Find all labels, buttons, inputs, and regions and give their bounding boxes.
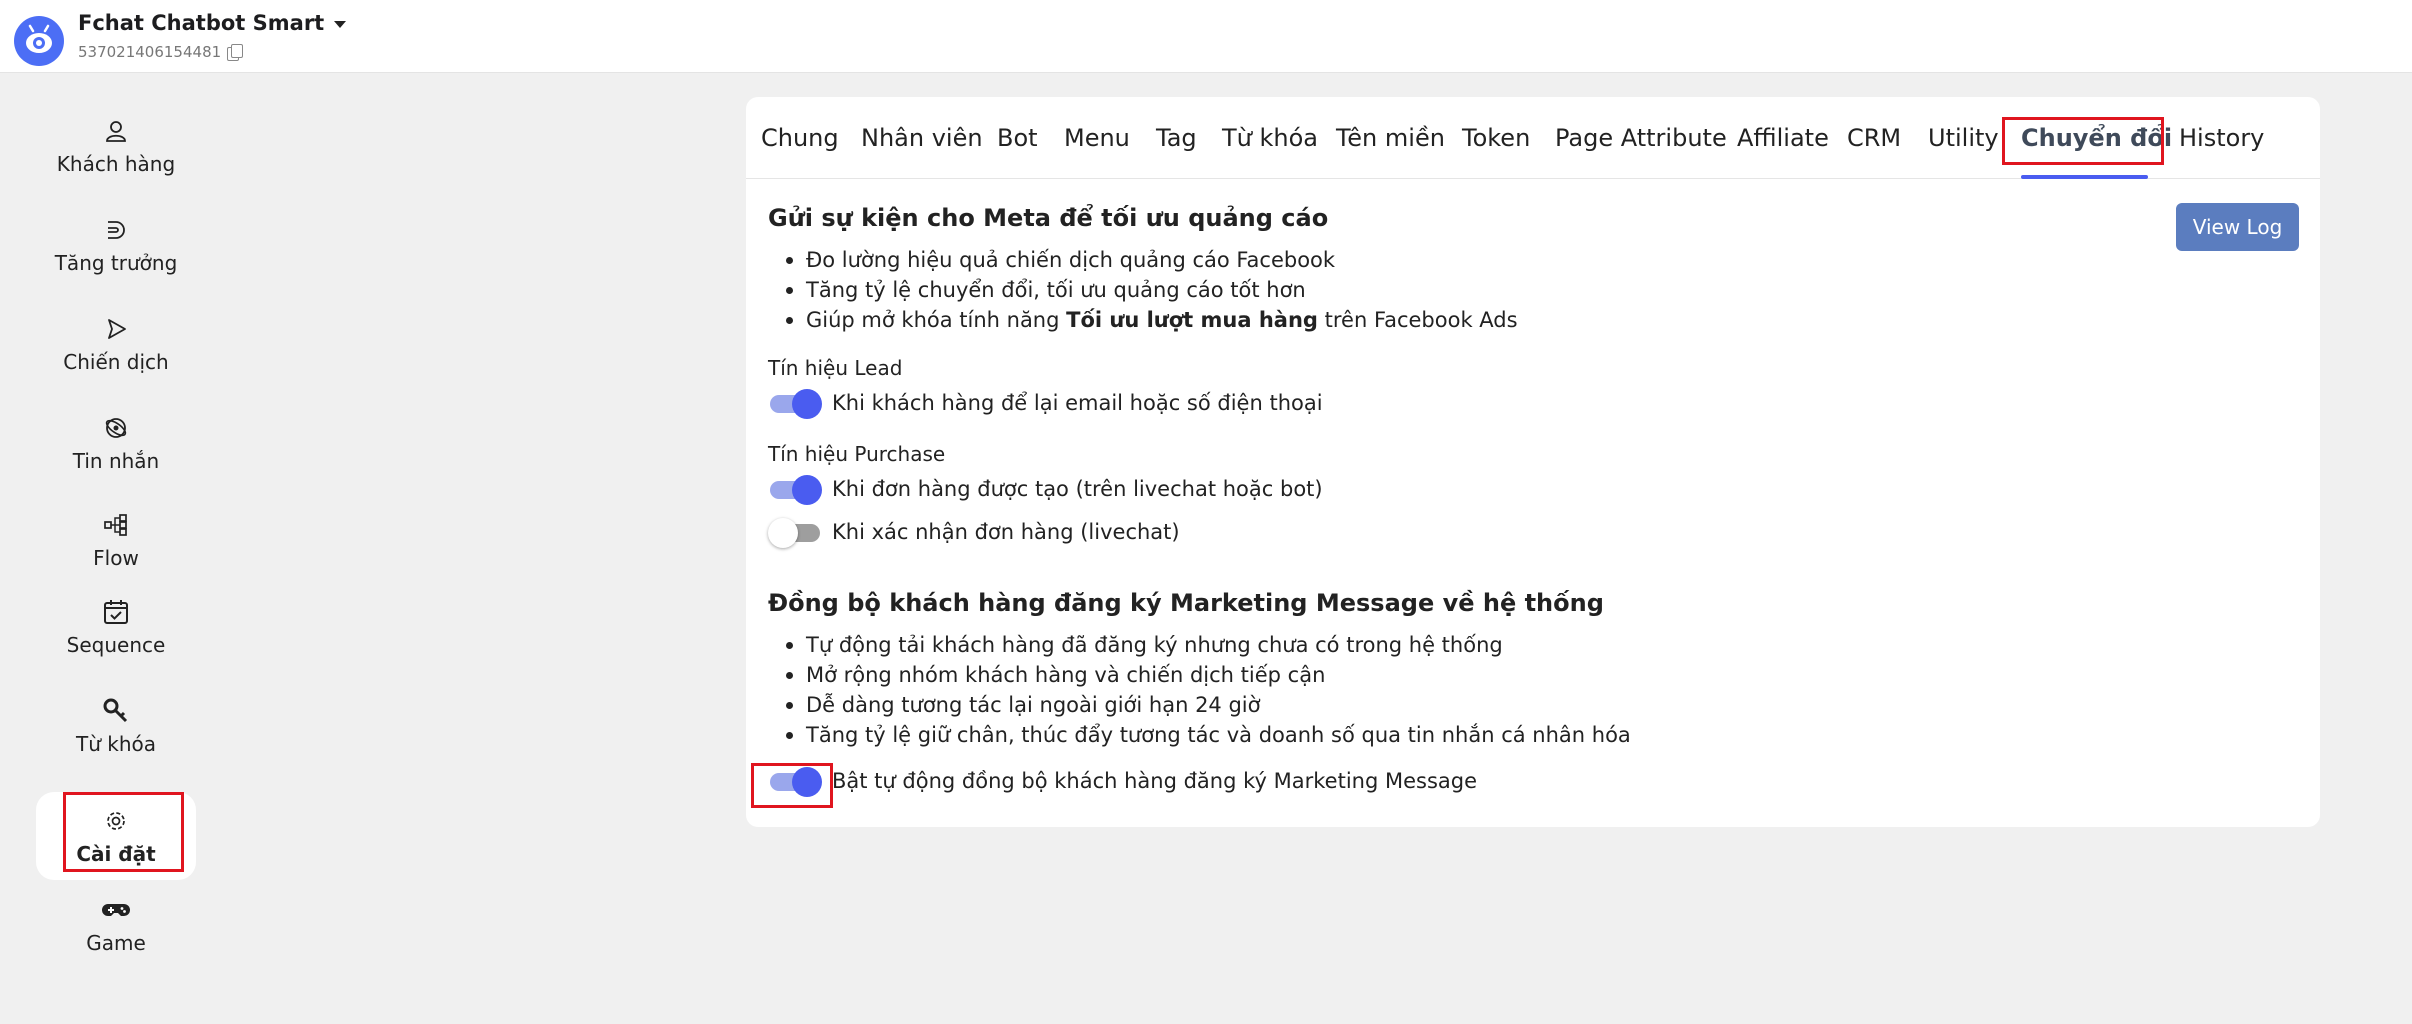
sidebar-item-tang-truong[interactable]: Tăng trưởng xyxy=(36,215,196,275)
settings-tabs: Chung Nhân viên Bot Menu Tag Từ khóa Tên… xyxy=(746,97,2320,179)
meta-section-title: Gửi sự kiện cho Meta để tối ưu quảng cáo xyxy=(768,204,1329,232)
purchase-created-toggle-label: Khi đơn hàng được tạo (trên livechat hoặ… xyxy=(832,477,1323,501)
tab-chuyen-doi[interactable]: Chuyển đổi xyxy=(2021,124,2172,152)
tab-ten-mien[interactable]: Tên miền xyxy=(1336,124,1445,152)
app-title: Fchat Chatbot Smart xyxy=(78,11,325,35)
tab-chung[interactable]: Chung xyxy=(761,124,839,152)
sync-toggle-row: Bật tự động đồng bộ khách hàng đăng ký M… xyxy=(768,767,1478,797)
sync-toggle-label: Bật tự động đồng bộ khách hàng đăng ký M… xyxy=(832,769,1478,793)
tab-tu-khoa[interactable]: Từ khóa xyxy=(1222,124,1318,152)
sidebar-item-flow[interactable]: Flow xyxy=(36,510,196,570)
sidebar-item-label: Tin nhắn xyxy=(72,449,160,473)
flow-icon xyxy=(101,510,131,540)
lead-toggle-row: Khi khách hàng để lại email hoặc số điện… xyxy=(768,389,1323,419)
purchase-confirmed-toggle-row: Khi xác nhận đơn hàng (livechat) xyxy=(768,518,1180,548)
sidebar-item-sequence[interactable]: Sequence xyxy=(36,597,196,657)
list-item: Tăng tỷ lệ giữ chân, thúc đẩy tương tác … xyxy=(786,720,1631,750)
calendar-check-icon xyxy=(101,597,131,627)
top-header: Fchat Chatbot Smart 537021406154481 xyxy=(0,0,2412,73)
page-id-row: 537021406154481 xyxy=(78,43,244,61)
sidebar-item-game[interactable]: Game xyxy=(36,895,196,955)
purchase-created-toggle[interactable] xyxy=(768,475,822,505)
robot-eye-icon[interactable] xyxy=(14,16,64,66)
list-item: Đo lường hiệu quả chiến dịch quảng cáo F… xyxy=(786,245,1518,275)
sync-section-title: Đồng bộ khách hàng đăng ký Marketing Mes… xyxy=(768,589,1604,617)
copy-icon[interactable] xyxy=(227,44,244,61)
sidebar-item-label: Chiến dịch xyxy=(63,350,169,374)
meta-benefits-list: Đo lường hiệu quả chiến dịch quảng cáo F… xyxy=(786,245,1518,335)
lead-signal-label: Tín hiệu Lead xyxy=(768,356,903,380)
tab-crm[interactable]: CRM xyxy=(1847,124,1901,152)
send-icon xyxy=(101,314,131,344)
sidebar-item-label: Game xyxy=(86,931,146,955)
list-item: Tăng tỷ lệ chuyển đổi, tối ưu quảng cáo … xyxy=(786,275,1518,305)
tab-page-attribute[interactable]: Page Attribute xyxy=(1555,124,1727,152)
sync-toggle[interactable] xyxy=(768,767,822,797)
sidebar-item-label: Flow xyxy=(93,546,139,570)
message-icon xyxy=(101,413,131,443)
sidebar-item-tu-khoa[interactable]: Từ khóa xyxy=(36,696,196,756)
purchase-created-toggle-row: Khi đơn hàng được tạo (trên livechat hoặ… xyxy=(768,475,1323,505)
sidebar-item-chien-dich[interactable]: Chiến dịch xyxy=(36,314,196,374)
tab-token[interactable]: Token xyxy=(1462,124,1530,152)
sidebar-item-tin-nhan[interactable]: Tin nhắn xyxy=(36,413,196,473)
chevron-down-icon xyxy=(334,20,347,28)
tab-nhan-vien[interactable]: Nhân viên xyxy=(861,124,983,152)
sidebar-item-cai-dat[interactable]: Cài đặt xyxy=(36,792,196,880)
sidebar-item-label: Khách hàng xyxy=(56,152,176,176)
tab-tag[interactable]: Tag xyxy=(1156,124,1197,152)
active-tab-underline xyxy=(2021,175,2148,179)
tab-history[interactable]: History xyxy=(2179,124,2264,152)
gear-icon xyxy=(101,806,131,836)
tab-menu[interactable]: Menu xyxy=(1064,124,1130,152)
view-log-button[interactable]: View Log xyxy=(2176,203,2299,251)
sync-benefits-list: Tự động tải khách hàng đã đăng ký nhưng … xyxy=(786,630,1631,750)
gamepad-icon xyxy=(101,895,131,925)
sidebar-item-label: Tăng trưởng xyxy=(54,251,178,275)
page-id: 537021406154481 xyxy=(78,43,222,61)
lead-toggle[interactable] xyxy=(768,389,822,419)
purchase-signal-label: Tín hiệu Purchase xyxy=(768,442,946,466)
sidebar-item-khach-hang[interactable]: Khách hàng xyxy=(36,116,196,176)
sidebar-item-label: Cài đặt xyxy=(76,842,156,866)
bullet-text: Giúp mở khóa tính năng xyxy=(806,308,1067,332)
lead-toggle-label: Khi khách hàng để lại email hoặc số điện… xyxy=(832,391,1323,415)
bullet-bold-text: Tối ưu lượt mua hàng xyxy=(1066,308,1318,332)
key-icon xyxy=(101,696,131,726)
list-item: Giúp mở khóa tính năng Tối ưu lượt mua h… xyxy=(786,305,1518,335)
growth-icon xyxy=(101,215,131,245)
list-item: Dễ dàng tương tác lại ngoài giới hạn 24 … xyxy=(786,690,1631,720)
tab-affiliate[interactable]: Affiliate xyxy=(1737,124,1829,152)
tab-bot[interactable]: Bot xyxy=(997,124,1038,152)
sidebar-item-label: Từ khóa xyxy=(76,732,156,756)
sidebar-item-label: Sequence xyxy=(66,633,166,657)
settings-card: Chung Nhân viên Bot Menu Tag Từ khóa Tên… xyxy=(746,97,2320,827)
purchase-confirmed-toggle[interactable] xyxy=(768,518,820,548)
tab-utility[interactable]: Utility xyxy=(1928,124,1999,152)
user-icon xyxy=(101,116,131,146)
purchase-confirmed-toggle-label: Khi xác nhận đơn hàng (livechat) xyxy=(832,520,1180,544)
list-item: Tự động tải khách hàng đã đăng ký nhưng … xyxy=(786,630,1631,660)
bullet-text: trên Facebook Ads xyxy=(1317,308,1518,332)
list-item: Mở rộng nhóm khách hàng và chiến dịch ti… xyxy=(786,660,1631,690)
page-selector[interactable]: Fchat Chatbot Smart xyxy=(78,11,347,35)
